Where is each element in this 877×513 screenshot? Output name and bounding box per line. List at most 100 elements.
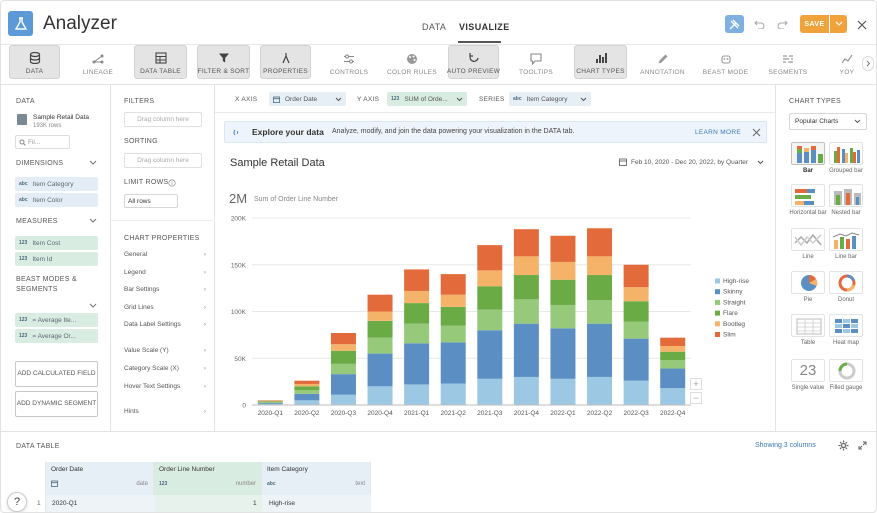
bar-segment[interactable] (404, 384, 430, 405)
chart-type-donut[interactable]: Donut (824, 271, 868, 304)
bar-segment[interactable] (513, 229, 539, 257)
bar-segment[interactable] (294, 393, 320, 401)
chart-type-thumbnail[interactable] (791, 314, 825, 337)
bar-segment[interactable] (404, 343, 430, 385)
bar-segment[interactable] (623, 287, 649, 302)
toolbar-scroll-right[interactable] (862, 56, 874, 71)
bar-segment[interactable] (587, 376, 613, 405)
bar-segment[interactable] (367, 353, 393, 387)
bar-segment[interactable] (367, 337, 393, 354)
bar-segment[interactable] (623, 380, 649, 405)
bar-segment[interactable] (587, 275, 613, 301)
bar-segment[interactable] (257, 402, 283, 404)
tool-properties[interactable]: PROPERTIES (260, 45, 311, 79)
help-button[interactable]: ? (7, 492, 27, 512)
bar-segment[interactable] (330, 333, 356, 345)
column-header-order-line-number[interactable]: Order Line Number 123 number (154, 462, 262, 495)
bar-segment[interactable] (330, 350, 356, 364)
bar-segment[interactable] (477, 378, 503, 405)
bar-segment[interactable] (550, 328, 576, 379)
add-dynamic-segment-button[interactable]: ADD DYNAMIC SEGMENT (15, 391, 98, 417)
bar-segment[interactable] (294, 386, 320, 391)
chart-property-item[interactable]: Data Label Settings › (124, 321, 206, 329)
dimension-item-category[interactable]: abc Item Category (15, 177, 98, 191)
tool-yoy[interactable]: YOY (827, 45, 867, 79)
dimensions-label[interactable]: DIMENSIONS (16, 160, 63, 167)
bar-segment[interactable] (623, 301, 649, 322)
bar-segment[interactable] (404, 323, 430, 344)
bar-segment[interactable] (404, 303, 430, 324)
bar-segment[interactable] (440, 306, 466, 326)
bar-segment[interactable] (660, 337, 686, 347)
chart-property-item[interactable]: Category Scale (X) › (124, 365, 206, 373)
chart-type-filled-gauge[interactable]: Filled gauge (824, 359, 868, 392)
tool-tooltips[interactable]: TOOLTIPS (511, 45, 561, 79)
bar-segment[interactable] (440, 274, 466, 295)
bar-segment[interactable] (550, 261, 576, 280)
zoom-out-button[interactable]: − (690, 392, 702, 404)
chart-type-thumbnail[interactable] (829, 314, 863, 337)
bar-segment[interactable] (477, 245, 503, 271)
tool-auto-preview[interactable]: AUTO PREVIEW (447, 45, 500, 79)
bar-segment[interactable] (367, 386, 393, 405)
gear-icon[interactable] (838, 440, 849, 451)
chart-type-thumbnail[interactable] (829, 271, 863, 294)
measures-label[interactable]: MEASURES (16, 218, 58, 225)
bar-segment[interactable] (660, 368, 686, 389)
bar-segment[interactable] (330, 344, 356, 351)
tool-chart-types[interactable]: CHART TYPES (574, 45, 627, 79)
tool-data-table[interactable]: DATA TABLE (134, 45, 187, 79)
bar-segment[interactable] (513, 323, 539, 377)
limit-rows-input[interactable]: All rows (124, 194, 178, 208)
redo-button[interactable] (774, 15, 791, 33)
dataset-name[interactable]: Sample Retail Data (33, 114, 89, 121)
beast-modes-label[interactable]: BEAST MODES & SEGMENTS (16, 275, 86, 295)
bar-segment[interactable] (513, 256, 539, 276)
bar-segment[interactable] (440, 325, 466, 343)
chart-type-thumbnail[interactable] (791, 271, 825, 294)
bar-segment[interactable] (367, 311, 393, 321)
bar-segment[interactable] (550, 378, 576, 405)
chart-type-thumbnail[interactable] (829, 359, 863, 382)
beast-mode-average-order[interactable]: 123 = Average Or... (15, 329, 98, 343)
chart-property-item[interactable]: Bar Settings › (124, 286, 206, 294)
chart-type-thumbnail[interactable] (791, 142, 825, 165)
bar-segment[interactable] (477, 270, 503, 287)
bar-segment[interactable] (330, 363, 356, 375)
chart-property-item[interactable]: Hover Text Settings › (124, 383, 206, 391)
tools-button[interactable] (725, 15, 744, 33)
chart-type-grouped-bar[interactable]: Grouped bar (824, 142, 868, 175)
bar-segment[interactable] (404, 269, 430, 291)
bar-segment[interactable] (623, 264, 649, 288)
bar-segment[interactable] (440, 342, 466, 384)
chart-property-item[interactable]: Value Scale (Y) › (124, 347, 206, 355)
bar-segment[interactable] (660, 388, 686, 405)
bar-segment[interactable] (660, 351, 686, 361)
dimension-item-color[interactable]: abc Item Color (15, 193, 98, 207)
chart-type-line-bar[interactable]: Line bar (824, 228, 868, 261)
tool-lineage[interactable]: LINEAGE (73, 45, 123, 79)
bar-segment[interactable] (440, 294, 466, 307)
add-calculated-field-button[interactable]: ADD CALCULATED FIELD (15, 361, 98, 387)
bar-segment[interactable] (513, 275, 539, 300)
expand-icon[interactable] (858, 441, 867, 450)
bar-segment[interactable] (587, 256, 613, 276)
tool-beast-mode[interactable]: BEAST MODE (700, 45, 751, 79)
bar-segment[interactable] (477, 286, 503, 310)
table-cell[interactable]: 1 (253, 500, 257, 507)
bar-segment[interactable] (587, 300, 613, 324)
y-axis-select[interactable]: 123 SUM of Orde... (387, 92, 467, 106)
info-icon[interactable] (168, 179, 176, 187)
bar-segment[interactable] (367, 320, 393, 338)
table-cell[interactable]: High-rise (269, 500, 295, 507)
chart-type-thumbnail[interactable] (791, 228, 825, 251)
bar-segment[interactable] (623, 338, 649, 381)
zoom-in-button[interactable]: + (690, 378, 702, 390)
flask-icon[interactable] (8, 11, 33, 36)
chart-property-item[interactable]: General › (124, 251, 206, 259)
bar-segment[interactable] (440, 383, 466, 405)
close-icon[interactable] (752, 128, 761, 137)
table-cell[interactable]: 2020-Q1 (52, 500, 77, 507)
tab-visualize[interactable]: VISUALIZE (459, 22, 510, 32)
learn-more-link[interactable]: LEARN MORE (695, 129, 741, 136)
